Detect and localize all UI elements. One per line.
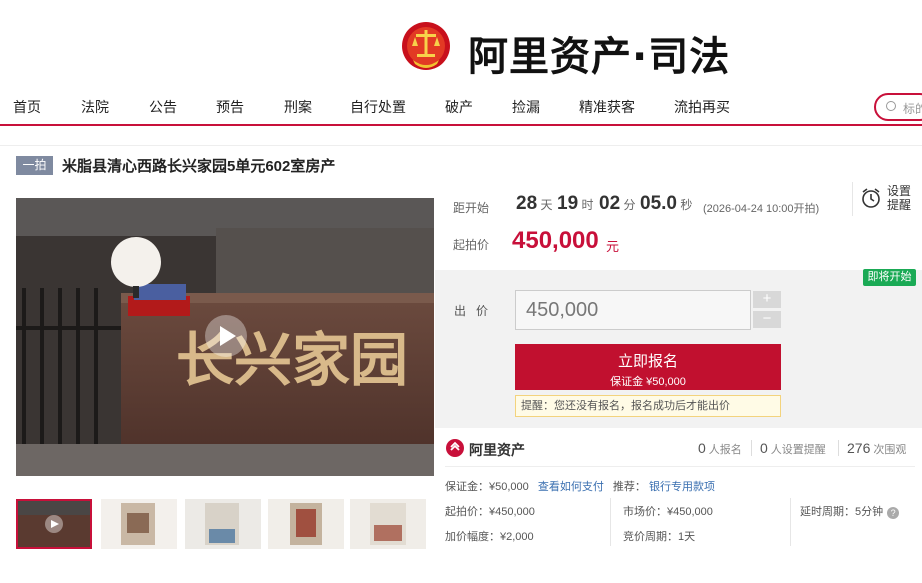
countdown-minutes: 02 分 (599, 193, 636, 214)
status-badge: 即将开始 (863, 269, 916, 286)
divider (751, 440, 752, 456)
countdown-days: 28 天 (516, 193, 553, 214)
increase-bid-button[interactable]: + (753, 291, 781, 308)
nav-item-relist[interactable]: 流拍再买 (674, 97, 730, 117)
nav-item-home[interactable]: 首页 (13, 97, 41, 117)
help-icon[interactable]: ? (887, 507, 900, 519)
divider (0, 145, 922, 146)
nav-item-court[interactable]: 法院 (81, 97, 109, 117)
signup-deposit-label: 保证金 ¥50,000 (610, 376, 686, 388)
reminder-count: 0 人设置提醒 (760, 440, 826, 456)
decrease-bid-button[interactable]: − (753, 311, 781, 328)
nav-item-bargain[interactable]: 捡漏 (512, 97, 540, 117)
countdown-label: 距开始 (453, 201, 490, 215)
alarm-clock-icon[interactable] (861, 187, 881, 209)
auction-round-badge: 一拍 (16, 156, 53, 175)
nav-item-self-disposal[interactable]: 自行处置 (350, 97, 406, 117)
divider (790, 498, 791, 546)
start-price-unit: 元 (606, 239, 620, 254)
thumbnail-5[interactable] (350, 499, 426, 549)
thumbnail-1[interactable] (16, 499, 92, 549)
court-emblem-icon (402, 22, 450, 70)
item-title: 米脂县清心西路长兴家园5单元602室房产 (62, 158, 336, 175)
nav-item-preview[interactable]: 预告 (216, 97, 244, 117)
how-to-pay-link[interactable]: 查看如何支付 (538, 481, 604, 493)
bid-cycle-detail: 竞价周期：1天 (623, 531, 696, 543)
increment-detail: 加价幅度：¥2,000 (445, 531, 534, 543)
auction-start-time: (2026-04-24 10:00开拍) (703, 203, 820, 215)
ali-assets-logo-icon (446, 439, 464, 457)
deposit-info: 保证金：¥50,000 查看如何支付 推荐： 银行专用款项 (445, 481, 715, 493)
market-price-detail: 市场价：¥450,000 (623, 506, 713, 518)
view-count: 276 次围观 (847, 440, 907, 456)
search-input[interactable]: 标的 (874, 93, 922, 121)
bid-amount-input[interactable]: 450,000 (515, 290, 751, 330)
search-icon (886, 101, 896, 111)
nav-item-precise-leads[interactable]: 精准获客 (579, 97, 635, 117)
countdown-hours: 19 时 (557, 193, 594, 214)
countdown-seconds: 05.0 秒 (640, 193, 693, 214)
divider (445, 466, 915, 467)
search-placeholder: 标的 (903, 102, 922, 116)
site-header: 阿里资产·司法 (0, 0, 922, 84)
extension-period-detail: 延时周期：5分钟? (800, 503, 900, 519)
nav-item-bankruptcy[interactable]: 破产 (445, 97, 473, 117)
divider (852, 182, 853, 216)
start-price-label: 起拍价 (453, 238, 490, 252)
thumbnail-image (350, 499, 426, 549)
nav-item-criminal[interactable]: 刑案 (284, 97, 312, 117)
property-photo: 长兴家园 (16, 198, 434, 476)
nav-item-notice[interactable]: 公告 (149, 97, 177, 117)
main-nav: 首页 法院 公告 预告 刑案 自行处置 破产 捡漏 精准获客 流拍再买 (0, 84, 922, 126)
thumbnail-2[interactable] (101, 499, 177, 549)
site-logo-text[interactable]: 阿里资产·司法 (468, 24, 730, 82)
signup-count: 0 人报名 (698, 440, 742, 456)
thumbnail-3[interactable] (185, 499, 261, 549)
thumbnail-image (18, 501, 90, 547)
thumbnail-image (101, 499, 177, 549)
signup-tip: 提醒：您还没有报名，报名成功后才能出价 (515, 395, 781, 417)
signup-button-label: 立即报名 (617, 353, 678, 370)
divider (610, 498, 611, 546)
signup-button[interactable]: 立即报名 保证金 ¥50,000 (515, 344, 781, 390)
set-reminder-button[interactable]: 设置提醒 (887, 184, 917, 212)
start-price-detail: 起拍价：¥450,000 (445, 506, 535, 518)
start-price-value: 450,000 (512, 227, 599, 254)
divider (838, 440, 839, 456)
thumbnail-4[interactable] (268, 499, 344, 549)
ali-assets-brand: 阿里资产 (469, 442, 525, 458)
bank-payment-link[interactable]: 银行专用款项 (649, 481, 715, 493)
bid-label: 出价 (454, 304, 499, 318)
thumbnail-image (268, 499, 344, 549)
main-photo[interactable]: 长兴家园 (16, 198, 434, 476)
thumbnail-image (185, 499, 261, 549)
